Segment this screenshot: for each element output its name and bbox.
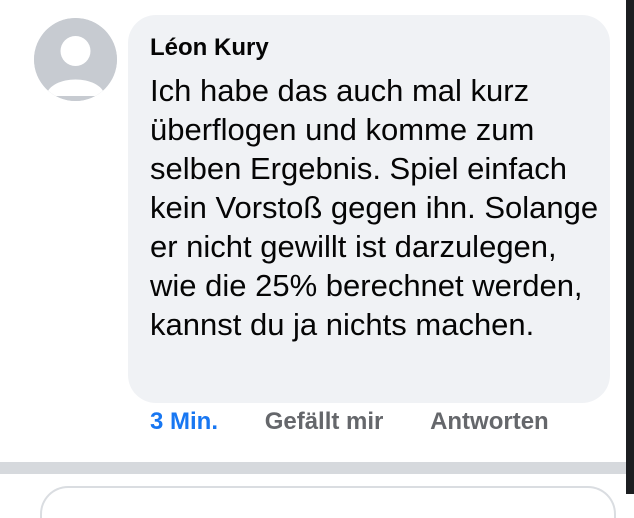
comment-timestamp[interactable]: 3 Min. xyxy=(150,408,218,436)
comment-author[interactable]: Léon Kury xyxy=(150,34,269,62)
comment-bubble: Léon Kury Ich habe das auch mal kurz übe… xyxy=(128,15,610,403)
default-user-icon xyxy=(34,18,117,101)
next-comment-box[interactable] xyxy=(40,486,616,518)
reply-button[interactable]: Antworten xyxy=(430,408,549,436)
comment-item: Léon Kury Ich habe das auch mal kurz übe… xyxy=(0,0,626,462)
like-button[interactable]: Gefällt mir xyxy=(265,408,384,436)
screen-edge xyxy=(626,0,634,494)
comment-actions: 3 Min. Gefällt mir Antworten xyxy=(150,408,549,442)
avatar[interactable] xyxy=(34,18,117,101)
section-divider xyxy=(0,462,626,474)
comment-text: Ich habe das auch mal kurz überflogen un… xyxy=(150,73,599,342)
